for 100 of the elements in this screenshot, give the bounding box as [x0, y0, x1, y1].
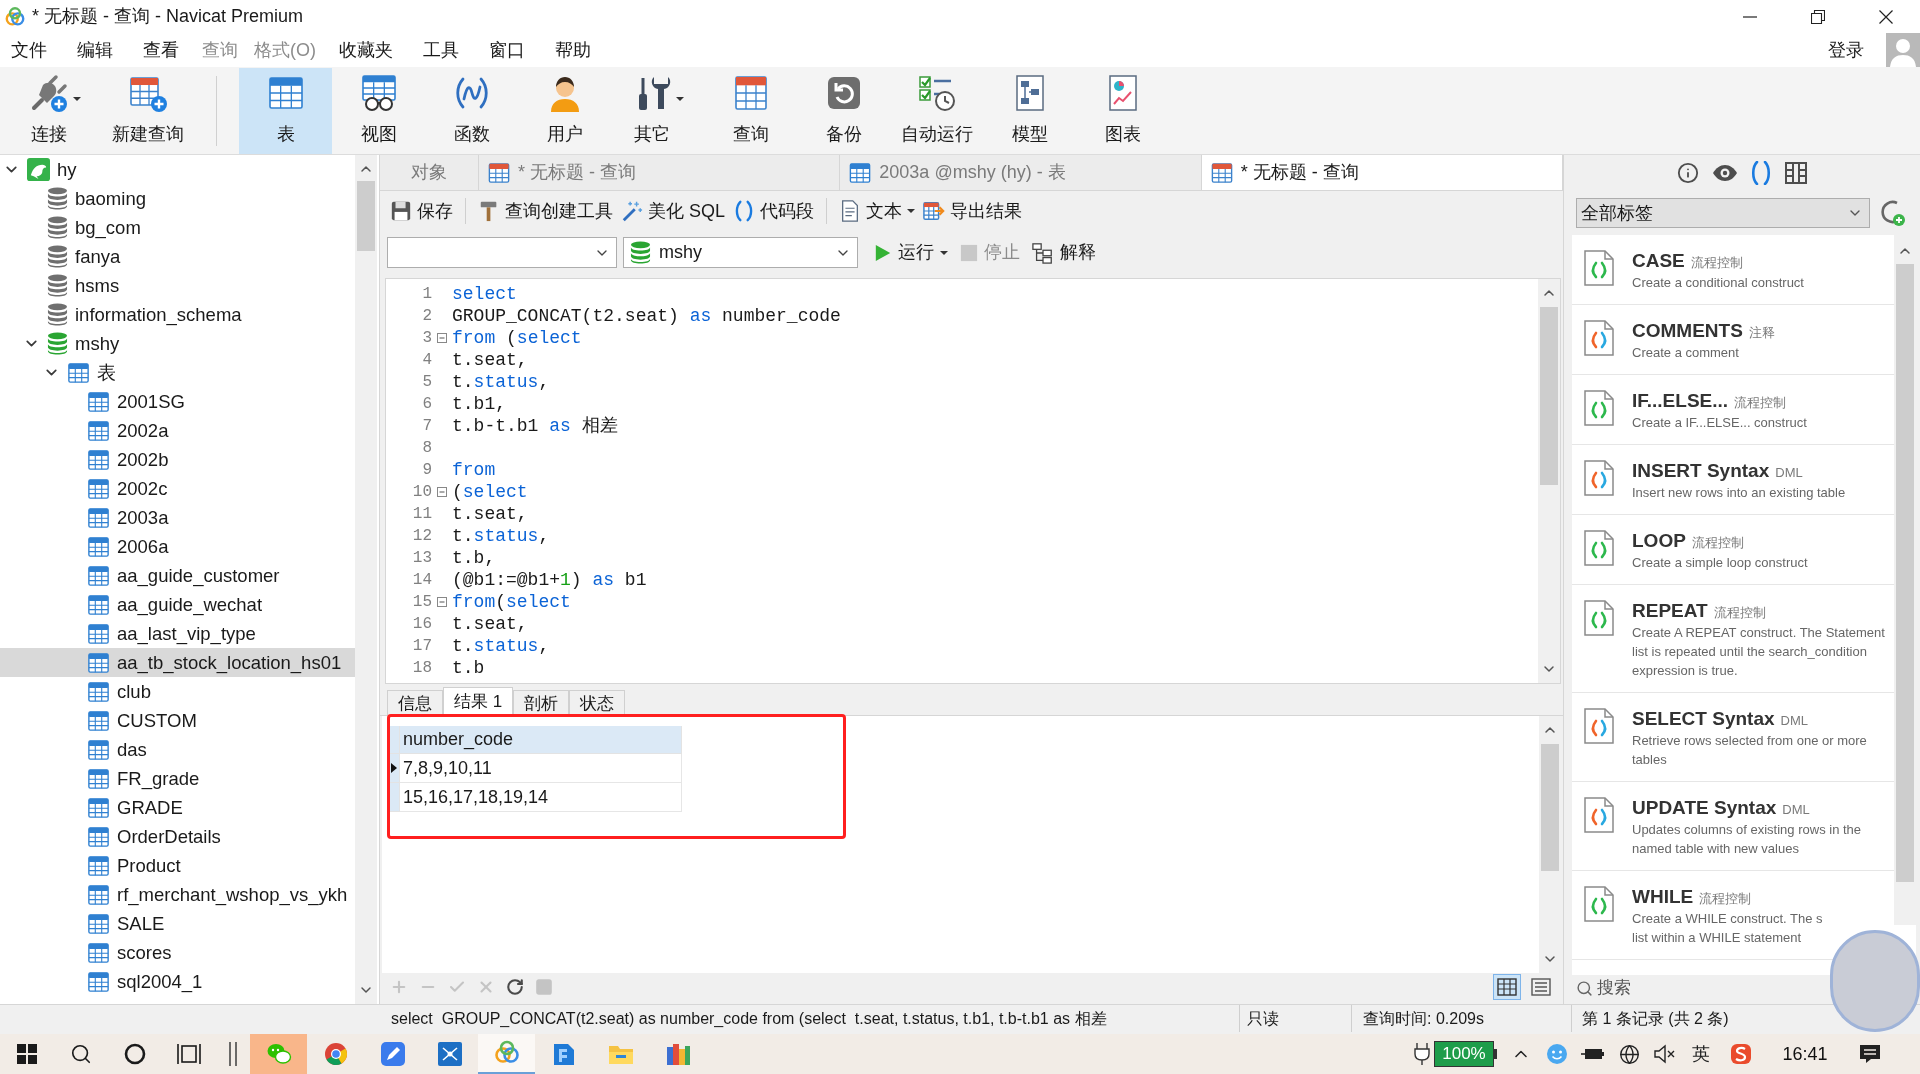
- scrollbar-thumb[interactable]: [1541, 744, 1559, 871]
- toolbar-button[interactable]: 表: [239, 67, 332, 154]
- menu-item[interactable]: 编辑: [66, 33, 124, 67]
- scrollbar-thumb[interactable]: [1896, 264, 1914, 882]
- eye-icon[interactable]: [1713, 165, 1737, 181]
- menu-item[interactable]: 窗口: [478, 33, 536, 67]
- tree-item[interactable]: bg_com: [0, 213, 355, 242]
- grid-view-button[interactable]: [1493, 973, 1521, 1000]
- tree-item[interactable]: hy: [0, 155, 355, 184]
- tree-item[interactable]: das: [0, 735, 355, 764]
- line-number: 11: [411, 504, 432, 525]
- menu-item[interactable]: 帮助: [544, 33, 602, 67]
- dropdown-caret-icon[interactable]: [940, 250, 948, 255]
- clock-time[interactable]: 16:41: [1782, 1040, 1828, 1068]
- toolbar-button[interactable]: 导出结果: [919, 195, 1027, 227]
- tab[interactable]: * 无标题 - 查询: [479, 155, 841, 190]
- scrollbar-thumb[interactable]: [1540, 307, 1558, 485]
- tab[interactable]: * 无标题 - 查询: [1201, 155, 1563, 190]
- tab[interactable]: 信息: [387, 690, 443, 715]
- tree-item[interactable]: club: [0, 677, 355, 706]
- brackets-icon[interactable]: [1751, 161, 1771, 185]
- toolbar-button[interactable]: 模型: [983, 67, 1076, 154]
- notification-icon[interactable]: [1859, 1044, 1881, 1064]
- input-mode-indicator[interactable]: 英: [1692, 1040, 1710, 1068]
- toolbar-button[interactable]: 其它: [611, 67, 704, 154]
- tree-item[interactable]: aa_guide_wechat: [0, 590, 355, 619]
- tree-item[interactable]: aa_last_vip_type: [0, 619, 355, 648]
- tree-item[interactable]: rf_merchant_wshop_vs_ykh: [0, 880, 355, 909]
- tree-item[interactable]: OrderDetails: [0, 822, 355, 851]
- toolbar-button[interactable]: 备份: [797, 67, 890, 154]
- table-icon: [87, 709, 110, 732]
- tree-item[interactable]: 2002b: [0, 445, 355, 474]
- tab[interactable]: 剖析: [513, 690, 570, 715]
- tree-item[interactable]: SALE: [0, 909, 355, 938]
- tree-item[interactable]: hsms: [0, 271, 355, 300]
- menu-item[interactable]: 收藏夹: [328, 33, 404, 67]
- tree-item[interactable]: CUSTOM: [0, 706, 355, 735]
- scrollbar-thumb[interactable]: [357, 181, 375, 251]
- tree-item[interactable]: 2002a: [0, 416, 355, 445]
- tree-item[interactable]: 2006a: [0, 532, 355, 561]
- dropdown-caret-icon[interactable]: [907, 209, 916, 213]
- tree-item[interactable]: fanya: [0, 242, 355, 271]
- tree-item[interactable]: 表: [0, 358, 355, 387]
- dropdown-caret-icon[interactable]: [72, 96, 81, 101]
- tree-item[interactable]: 2001SG: [0, 387, 355, 416]
- toolbar-button[interactable]: 函数: [425, 67, 518, 154]
- toolbar-button[interactable]: 新建查询: [101, 67, 194, 154]
- toolbar-button[interactable]: 连接: [8, 67, 101, 154]
- globe-icon[interactable]: [1618, 1043, 1640, 1065]
- toolbar-button[interactable]: 查询: [704, 67, 797, 154]
- toolbar-button[interactable]: 文本: [835, 195, 920, 227]
- toolbar-button[interactable]: 自动运行: [890, 67, 983, 154]
- toolbar-button[interactable]: 保存: [386, 195, 457, 227]
- menu-item[interactable]: 工具: [412, 33, 470, 67]
- login-link[interactable]: 登录: [1828, 36, 1864, 64]
- muted-speaker-icon[interactable]: [1654, 1044, 1676, 1064]
- menu-item[interactable]: 查看: [132, 33, 190, 67]
- menu-item[interactable]: 文件: [0, 33, 58, 67]
- toolbar-button[interactable]: 图表: [1076, 67, 1169, 154]
- tree-item[interactable]: GRADE: [0, 793, 355, 822]
- toolbar-button[interactable]: 用户: [518, 67, 611, 154]
- grid-icon[interactable]: [1785, 162, 1807, 184]
- tree-item[interactable]: FR_grade: [0, 764, 355, 793]
- wave-logo-icon[interactable]: [1730, 1043, 1752, 1065]
- tree-item[interactable]: aa_guide_customer: [0, 561, 355, 590]
- tree-item[interactable]: 2003a: [0, 503, 355, 532]
- refresh-add-icon[interactable]: [1880, 199, 1906, 227]
- smiley-icon[interactable]: [1546, 1043, 1568, 1065]
- tag-filter-select[interactable]: 全部标签: [1576, 198, 1870, 228]
- toolbar-button[interactable]: 代码段: [729, 195, 819, 227]
- tab[interactable]: 结果 1: [443, 687, 514, 715]
- column-header[interactable]: number_code: [400, 726, 682, 754]
- row-selector[interactable]: [389, 754, 400, 783]
- snippet-tag: DML: [1782, 800, 1810, 820]
- fold-toggle-icon[interactable]: [437, 487, 447, 497]
- toolbar-button[interactable]: 美化 SQL: [617, 195, 730, 227]
- tree-item[interactable]: aa_tb_stock_location_hs01: [0, 648, 355, 677]
- search-field[interactable]: 搜索: [1597, 976, 1817, 1000]
- refresh-icon[interactable]: [506, 977, 524, 996]
- tree-item[interactable]: Product: [0, 851, 355, 880]
- tree-item[interactable]: baoming: [0, 184, 355, 213]
- tree-item[interactable]: scores: [0, 938, 355, 967]
- tree-item[interactable]: sql2004_1: [0, 967, 355, 996]
- tab[interactable]: 状态: [569, 690, 626, 715]
- fold-toggle-icon[interactable]: [437, 333, 447, 343]
- fold-toggle-icon[interactable]: [437, 597, 447, 607]
- tab[interactable]: 对象: [380, 155, 479, 190]
- toolbar-button[interactable]: 运行: [870, 237, 952, 268]
- database-select[interactable]: mshy: [623, 237, 858, 268]
- battery-icon[interactable]: [1581, 1046, 1605, 1062]
- toolbar-button[interactable]: 查询创建工具: [474, 195, 617, 227]
- tree-item[interactable]: 2002c: [0, 474, 355, 503]
- info-icon[interactable]: [1677, 162, 1699, 184]
- taskbar-button[interactable]: [478, 1034, 535, 1074]
- tree-item[interactable]: mshy: [0, 329, 355, 358]
- dropdown-caret-icon[interactable]: [675, 96, 684, 101]
- tab[interactable]: 2003a @mshy (hy) - 表: [840, 155, 1202, 190]
- toolbar-button[interactable]: 解释: [1028, 237, 1100, 268]
- tree-item[interactable]: information_schema: [0, 300, 355, 329]
- toolbar-button[interactable]: 视图: [332, 67, 425, 154]
